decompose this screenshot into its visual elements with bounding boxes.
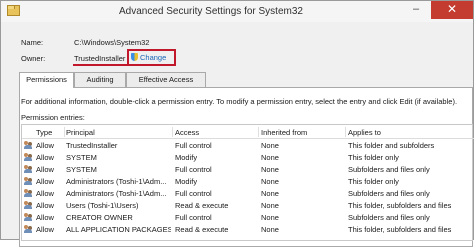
table-row[interactable]: Allow CREATOR OWNER Full control None Su…: [22, 212, 474, 223]
users-icon: [24, 213, 33, 221]
row-principal: Administrators (Toshi-1\Adm...: [66, 177, 167, 186]
table-row[interactable]: Allow Administrators (Toshi-1\Adm... Ful…: [22, 188, 474, 199]
row-type: Allow: [36, 177, 54, 186]
row-principal: Users (Toshi-1\Users): [66, 201, 139, 210]
row-principal: TrustedInstaller: [66, 141, 118, 150]
column-divider[interactable]: [64, 127, 65, 137]
permission-entries-table[interactable]: Type Principal Access Inherited from App…: [21, 124, 474, 241]
owner-value: TrustedInstaller: [74, 54, 126, 63]
row-applies-to: This folder, subfolders and files: [348, 201, 452, 210]
row-applies-to: Subfolders and files only: [348, 213, 430, 222]
column-divider[interactable]: [258, 127, 259, 137]
row-inherited-from: None: [261, 201, 279, 210]
column-header-applies-to[interactable]: Applies to: [348, 128, 381, 137]
row-inherited-from: None: [261, 165, 279, 174]
row-principal: SYSTEM: [66, 165, 97, 174]
table-row[interactable]: Allow TrustedInstaller Full control None…: [22, 140, 474, 151]
users-icon: [24, 141, 33, 149]
row-principal: SYSTEM: [66, 153, 97, 162]
row-principal: ALL APPLICATION PACKAGES: [66, 225, 171, 234]
table-header: Type Principal Access Inherited from App…: [22, 125, 474, 139]
window-title: Advanced Security Settings for System32: [119, 6, 303, 17]
row-access: Full control: [175, 213, 212, 222]
row-access: Modify: [175, 153, 198, 162]
table-row[interactable]: Allow SYSTEM Modify None This folder onl…: [22, 152, 474, 163]
users-icon: [24, 165, 33, 173]
row-principal: Administrators (Toshi-1\Adm...: [66, 189, 167, 198]
row-inherited-from: None: [261, 141, 279, 150]
row-type: Allow: [36, 189, 54, 198]
change-owner-link[interactable]: Change: [131, 53, 166, 62]
row-inherited-from: None: [261, 213, 279, 222]
security-settings-window: Advanced Security Settings for System32 …: [0, 0, 474, 247]
title-bar: Advanced Security Settings for System32 …: [1, 1, 473, 22]
owner-highlight-underline: [73, 64, 127, 66]
column-header-access[interactable]: Access: [175, 128, 199, 137]
row-access: Full control: [175, 165, 212, 174]
table-row[interactable]: Allow Administrators (Toshi-1\Adm... Mod…: [22, 176, 474, 187]
row-applies-to: Subfolders and files only: [348, 189, 430, 198]
change-link-label: Change: [140, 53, 167, 62]
column-divider[interactable]: [345, 127, 346, 137]
column-header-inherited-from[interactable]: Inherited from: [261, 128, 307, 137]
row-access: Read & execute: [175, 225, 229, 234]
row-type: Allow: [36, 213, 54, 222]
permission-entries-label: Permission entries:: [21, 113, 85, 122]
row-type: Allow: [36, 165, 54, 174]
row-type: Allow: [36, 201, 54, 210]
row-applies-to: Subfolders and files only: [348, 165, 430, 174]
row-inherited-from: None: [261, 225, 279, 234]
table-row[interactable]: Allow Users (Toshi-1\Users) Read & execu…: [22, 200, 474, 211]
users-icon: [24, 201, 33, 209]
row-type: Allow: [36, 141, 54, 150]
row-principal: CREATOR OWNER: [66, 213, 133, 222]
users-icon: [24, 189, 33, 197]
row-type: Allow: [36, 225, 54, 234]
row-access: Modify: [175, 177, 198, 186]
close-button[interactable]: ✕: [431, 1, 473, 19]
row-access: Read & execute: [175, 201, 229, 210]
row-applies-to: This folder and subfolders: [348, 141, 435, 150]
column-divider[interactable]: [172, 127, 173, 137]
minimize-button[interactable]: –: [403, 1, 429, 19]
users-icon: [24, 177, 33, 185]
info-text: For additional information, double-click…: [21, 97, 458, 106]
table-row[interactable]: Allow ALL APPLICATION PACKAGES Read & ex…: [22, 224, 474, 235]
tab-auditing[interactable]: Auditing: [74, 72, 126, 87]
uac-shield-icon: [131, 53, 138, 61]
row-applies-to: This folder, subfolders and files: [348, 225, 452, 234]
tab-effective-access[interactable]: Effective Access: [126, 72, 206, 87]
name-label: Name:: [21, 38, 44, 47]
row-type: Allow: [36, 153, 54, 162]
row-applies-to: This folder only: [348, 177, 399, 186]
row-inherited-from: None: [261, 153, 279, 162]
column-header-principal[interactable]: Principal: [66, 128, 95, 137]
row-applies-to: This folder only: [348, 153, 399, 162]
column-header-type[interactable]: Type: [36, 128, 52, 137]
row-access: Full control: [175, 189, 212, 198]
users-icon: [24, 153, 33, 161]
table-row[interactable]: Allow SYSTEM Full control None Subfolder…: [22, 164, 474, 175]
tab-permissions[interactable]: Permissions: [19, 72, 74, 88]
owner-label: Owner:: [21, 54, 46, 63]
users-icon: [24, 225, 33, 233]
row-access: Full control: [175, 141, 212, 150]
name-value: C:\Windows\System32: [74, 38, 150, 47]
row-inherited-from: None: [261, 189, 279, 198]
row-inherited-from: None: [261, 177, 279, 186]
